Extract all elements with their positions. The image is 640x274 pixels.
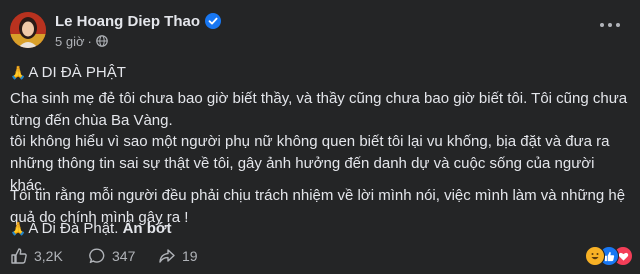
post-paragraph: 🙏 A DI ĐÀ PHẬT (10, 62, 628, 85)
share-icon (158, 247, 176, 265)
like-count: 3,2K (34, 248, 63, 264)
post-footer: 3,2K 347 19 (0, 246, 640, 266)
more-options-icon[interactable] (598, 19, 622, 31)
like-stat[interactable]: 3,2K (10, 247, 63, 265)
reaction-summary[interactable] (585, 246, 633, 266)
share-count: 19 (182, 248, 198, 264)
haha-reaction-icon (585, 246, 605, 266)
separator-dot: · (87, 33, 92, 49)
post-timestamp[interactable]: 5 giờ (55, 34, 85, 49)
pray-emoji-icon: 🙏 (10, 66, 27, 81)
pray-emoji-icon: 🙏 (10, 222, 27, 237)
comment-icon (88, 247, 106, 265)
comment-count: 347 (112, 248, 136, 264)
post-paragraph: Cha sinh mẹ đẻ tôi chưa bao giờ biết thầ… (10, 90, 628, 129)
post-paragraph: 🙏 A Di Đà Phật. Ẩn bớt (10, 218, 628, 241)
show-less-link[interactable]: Ẩn bớt (123, 220, 172, 237)
author-name[interactable]: Le Hoang Diep Thao (55, 13, 200, 30)
like-icon (10, 247, 28, 265)
share-stat[interactable]: 19 (158, 247, 198, 265)
comment-stat[interactable]: 347 (88, 247, 135, 265)
globe-icon (96, 35, 108, 47)
verified-badge-icon (205, 13, 222, 29)
avatar[interactable] (10, 12, 46, 48)
